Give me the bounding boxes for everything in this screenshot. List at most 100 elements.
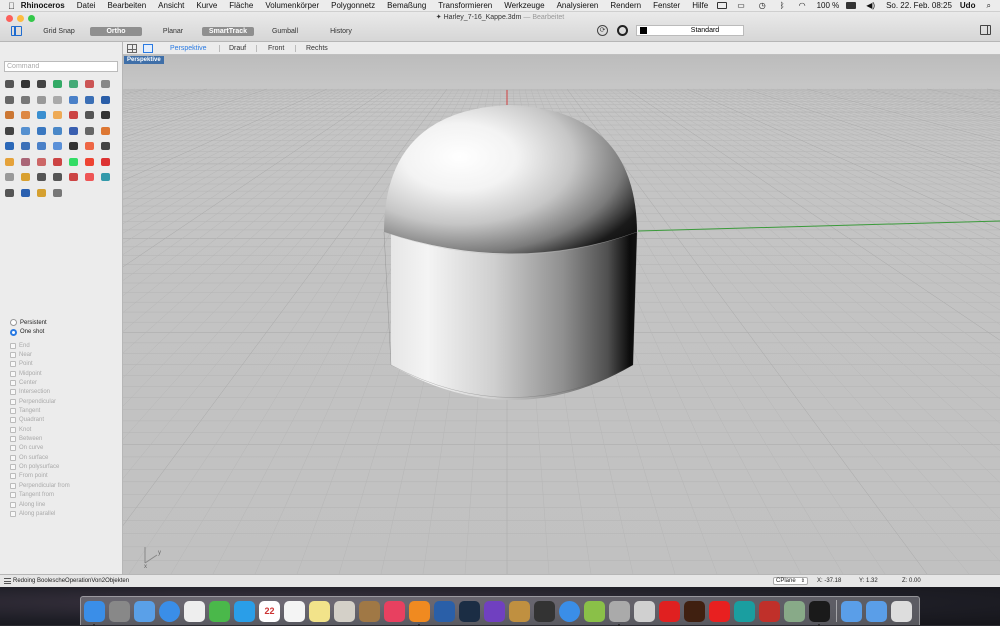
dock-skype-icon[interactable] bbox=[234, 600, 255, 622]
osnap-center[interactable]: Center bbox=[10, 378, 70, 387]
smarttrack-button[interactable]: SmartTrack bbox=[202, 27, 254, 36]
menu-rendern[interactable]: Rendern bbox=[604, 0, 647, 12]
osnap-intersection[interactable]: Intersection bbox=[10, 388, 70, 397]
persistent-radio[interactable] bbox=[10, 319, 17, 327]
revolve-tool-icon[interactable] bbox=[35, 171, 48, 183]
scale-tool-icon[interactable] bbox=[67, 109, 80, 121]
status-menu-icon[interactable] bbox=[4, 578, 11, 584]
dock-iphoto-icon[interactable] bbox=[509, 600, 530, 622]
dock-keynote-icon[interactable] bbox=[484, 600, 505, 622]
dock-activity-monitor-icon[interactable] bbox=[809, 600, 830, 626]
display-icon[interactable] bbox=[717, 2, 728, 9]
osnap-knot[interactable]: Knot bbox=[10, 425, 70, 434]
copy-tool-icon[interactable] bbox=[19, 125, 32, 137]
menu-bemassung[interactable]: Bemaßung bbox=[381, 0, 432, 12]
osnap-checkbox[interactable] bbox=[10, 501, 16, 508]
osnap-checkbox[interactable] bbox=[10, 408, 16, 415]
one-shot-radio[interactable] bbox=[10, 328, 17, 336]
layer-tool-icon[interactable] bbox=[83, 125, 96, 137]
move-tool-icon[interactable] bbox=[35, 94, 48, 106]
osnap-along-line[interactable]: Along line bbox=[10, 500, 70, 509]
cap-object[interactable] bbox=[383, 105, 638, 400]
dock-printer-icon[interactable] bbox=[759, 600, 780, 622]
dock-contacts-icon[interactable] bbox=[334, 600, 355, 622]
dock-system-preferences-icon[interactable] bbox=[534, 600, 555, 622]
osnap-checkbox[interactable] bbox=[10, 492, 16, 499]
dock-sketch-icon[interactable] bbox=[634, 600, 655, 622]
dock-notes-icon[interactable] bbox=[284, 600, 305, 622]
osnap-end[interactable]: End bbox=[10, 341, 70, 350]
section-tool-icon[interactable] bbox=[35, 156, 48, 168]
mesh-tool-icon[interactable] bbox=[67, 156, 80, 168]
osnap-perpendicular-from[interactable]: Perpendicular from bbox=[10, 481, 70, 490]
history-tool-icon[interactable] bbox=[99, 156, 112, 168]
airplay-icon[interactable]: ▭ bbox=[733, 1, 749, 10]
osnap-quadrant[interactable]: Quadrant bbox=[10, 416, 70, 425]
camera-tool-icon[interactable] bbox=[19, 156, 32, 168]
osnap-checkbox[interactable] bbox=[10, 389, 16, 396]
help-tool-icon[interactable] bbox=[35, 187, 48, 199]
tab-drauf[interactable]: Drauf bbox=[229, 44, 246, 53]
dock-rhino-icon[interactable] bbox=[609, 600, 630, 626]
zoom-tool-icon[interactable] bbox=[51, 140, 64, 152]
volume-icon[interactable]: ◀) bbox=[862, 1, 879, 10]
dock-arduino-icon[interactable] bbox=[734, 600, 755, 622]
dock-maya-icon[interactable] bbox=[709, 600, 730, 622]
dock-photoshop-icon[interactable] bbox=[434, 600, 455, 622]
osnap-from-point[interactable]: From point bbox=[10, 472, 70, 481]
bluetooth-icon[interactable]: ᛒ bbox=[776, 1, 789, 10]
dock-utility-icon[interactable] bbox=[784, 600, 805, 622]
blend-tool-icon[interactable] bbox=[51, 171, 64, 183]
explode-tool-icon[interactable] bbox=[35, 109, 48, 121]
dock-itunes-icon[interactable] bbox=[384, 600, 405, 622]
dock-app-store-icon[interactable] bbox=[559, 600, 580, 622]
dock-preview-icon[interactable] bbox=[134, 600, 155, 622]
curve-tool-icon[interactable] bbox=[83, 78, 96, 90]
box-tool-icon[interactable] bbox=[67, 94, 80, 106]
history-button[interactable]: History bbox=[318, 27, 364, 36]
sidebar-toggle-icon[interactable] bbox=[11, 26, 22, 36]
dock-stickies-icon[interactable] bbox=[309, 600, 330, 622]
join-tool-icon[interactable] bbox=[19, 109, 32, 121]
sweep-tool-icon[interactable] bbox=[3, 171, 16, 183]
osnap-checkbox[interactable] bbox=[10, 398, 16, 405]
contour-tool-icon[interactable] bbox=[99, 171, 112, 183]
offset-tool-icon[interactable] bbox=[67, 171, 80, 183]
boolean-tool-icon[interactable] bbox=[3, 109, 16, 121]
cplane-selector[interactable]: CPlane bbox=[773, 577, 808, 585]
osnap-midpoint[interactable]: Midpoint bbox=[10, 369, 70, 378]
menu-bearbeiten[interactable]: Bearbeiten bbox=[101, 0, 152, 12]
show-tool-icon[interactable] bbox=[19, 140, 32, 152]
menu-polygonnetz[interactable]: Polygonnetz bbox=[325, 0, 381, 12]
text-tool-icon[interactable] bbox=[35, 125, 48, 137]
options-tool-icon[interactable] bbox=[19, 187, 32, 199]
mirror-tool-icon[interactable] bbox=[83, 109, 96, 121]
osnap-persistent[interactable]: Persistent bbox=[10, 318, 70, 328]
project-tool-icon[interactable] bbox=[83, 171, 96, 183]
trim-tool-icon[interactable] bbox=[3, 125, 16, 137]
record-history-icon[interactable]: ⟳ bbox=[597, 25, 608, 36]
four-viewports-icon[interactable] bbox=[127, 44, 137, 53]
menu-app-name[interactable]: Rhinoceros bbox=[15, 0, 71, 12]
clock[interactable]: So. 22. Feb. 08:25 bbox=[882, 1, 956, 10]
osnap-checkbox[interactable] bbox=[10, 352, 16, 359]
dock-applications-folder-icon[interactable] bbox=[841, 600, 862, 622]
command-input[interactable] bbox=[4, 61, 118, 72]
menu-kurve[interactable]: Kurve bbox=[190, 0, 223, 12]
osnap-on-surface[interactable]: On surface bbox=[10, 453, 70, 462]
viewport-scene[interactable] bbox=[123, 55, 1000, 574]
osnap-checkbox[interactable] bbox=[10, 482, 16, 489]
osnap-tangent[interactable]: Tangent bbox=[10, 406, 70, 415]
material-ball-icon[interactable] bbox=[617, 25, 628, 36]
fillet-tool-icon[interactable] bbox=[19, 94, 32, 106]
circle-tool-icon[interactable] bbox=[67, 78, 80, 90]
polyline-tool-icon[interactable] bbox=[35, 78, 48, 90]
dock-ibooks-icon[interactable] bbox=[409, 600, 430, 626]
gumball-tool-icon[interactable] bbox=[83, 156, 96, 168]
info-tool-icon[interactable] bbox=[51, 187, 64, 199]
dock-calendar-icon[interactable]: 22 bbox=[259, 600, 280, 622]
dock-launchpad-icon[interactable] bbox=[109, 600, 130, 622]
gumball-button[interactable]: Gumball bbox=[262, 27, 308, 36]
tab-rechts[interactable]: Rechts bbox=[306, 44, 328, 53]
material-tool-icon[interactable] bbox=[99, 140, 112, 152]
